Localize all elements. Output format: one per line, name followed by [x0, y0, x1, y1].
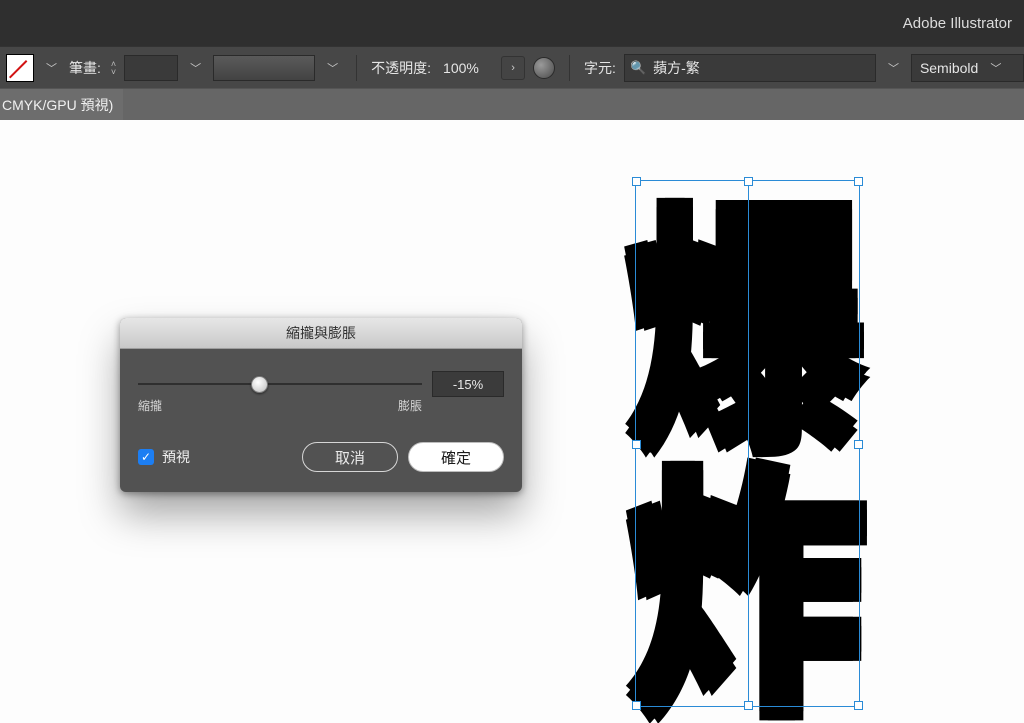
control-bar: ﹀ 筆畫: ˄ ˅ ﹀ ﹀ 不透明度: 100% › 字元: 🔍 ﹀ Semib… — [0, 46, 1024, 90]
selection-handle-tl[interactable] — [632, 177, 641, 186]
separator-2 — [569, 55, 570, 81]
font-family-input[interactable] — [651, 54, 875, 82]
search-icon: 🔍 — [625, 60, 651, 76]
slider-value-field[interactable]: -15% — [432, 371, 504, 397]
preview-checkbox[interactable]: ✓ 預視 — [138, 447, 190, 467]
pucker-bloat-slider-row: -15% — [138, 367, 504, 401]
document-tab[interactable]: CMYK/GPU 預視) — [0, 89, 123, 121]
selection-handle-mr[interactable] — [854, 440, 863, 449]
cancel-button-label: 取消 — [335, 447, 365, 468]
slider-thumb[interactable] — [251, 376, 268, 393]
ok-button-label: 確定 — [441, 447, 471, 468]
selection-bounding-box[interactable] — [635, 180, 860, 707]
pucker-bloat-dialog: 縮攏與膨脹 -15% 縮攏 膨脹 ✓ 預視 取消 — [120, 318, 522, 492]
no-fill-swatch-icon[interactable] — [6, 54, 34, 82]
selection-center-guide — [748, 181, 749, 706]
opacity-value[interactable]: 100% — [439, 60, 493, 76]
opacity-expand-button[interactable]: › — [501, 56, 525, 80]
dialog-title: 縮攏與膨脹 — [286, 323, 356, 343]
stroke-profile-chevron-icon[interactable]: ﹀ — [323, 60, 342, 76]
dialog-body: -15% 縮攏 膨脹 ✓ 預視 取消 確定 — [120, 349, 522, 492]
stroke-weight-well[interactable] — [124, 55, 178, 81]
selection-handle-tr[interactable] — [854, 177, 863, 186]
stroke-label: 筆畫: — [69, 58, 101, 78]
graphic-style-icon[interactable] — [533, 57, 555, 79]
dialog-footer: ✓ 預視 取消 確定 — [138, 442, 504, 472]
font-weight-value: Semibold — [920, 60, 978, 76]
font-family-field[interactable]: 🔍 — [624, 54, 876, 82]
font-family-chevron-icon[interactable]: ﹀ — [884, 60, 903, 76]
canvas[interactable]: 爆 炸 縮攏與膨脹 -15% 縮攏 膨脹 — [0, 120, 1024, 723]
selection-handle-br[interactable] — [854, 701, 863, 710]
selection-handle-tm[interactable] — [744, 177, 753, 186]
selection-handle-bm[interactable] — [744, 701, 753, 710]
preview-label: 預視 — [162, 447, 190, 467]
stroke-weight-stepper[interactable]: ˄ ˅ — [111, 60, 116, 76]
checkbox-checked-icon: ✓ — [138, 449, 154, 465]
stroke-weight-chevron-icon[interactable]: ﹀ — [186, 60, 205, 76]
separator — [356, 55, 357, 81]
pucker-bloat-slider[interactable] — [138, 383, 422, 385]
font-weight-field[interactable]: Semibold ﹀ — [911, 54, 1024, 82]
character-label: 字元: — [584, 58, 616, 78]
selection-handle-bl[interactable] — [632, 701, 641, 710]
document-tab-label: CMYK/GPU 預視) — [2, 95, 113, 115]
selection-handle-ml[interactable] — [632, 440, 641, 449]
dialog-title-bar[interactable]: 縮攏與膨脹 — [120, 318, 522, 349]
fill-dropdown-chevron-icon[interactable]: ﹀ — [42, 60, 61, 76]
ok-button[interactable]: 確定 — [408, 442, 504, 472]
app-title-bar: Adobe Illustrator — [0, 0, 1024, 46]
chevron-right-icon: › — [511, 62, 515, 74]
stepper-down-icon[interactable]: ˅ — [111, 68, 116, 76]
cancel-button[interactable]: 取消 — [302, 442, 398, 472]
font-weight-chevron-icon[interactable]: ﹀ — [986, 60, 1005, 76]
opacity-label: 不透明度: — [371, 58, 431, 78]
app-title: Adobe Illustrator — [903, 15, 1012, 32]
document-tab-bar: CMYK/GPU 預視) — [0, 88, 1024, 123]
stroke-profile-well[interactable] — [213, 55, 315, 81]
